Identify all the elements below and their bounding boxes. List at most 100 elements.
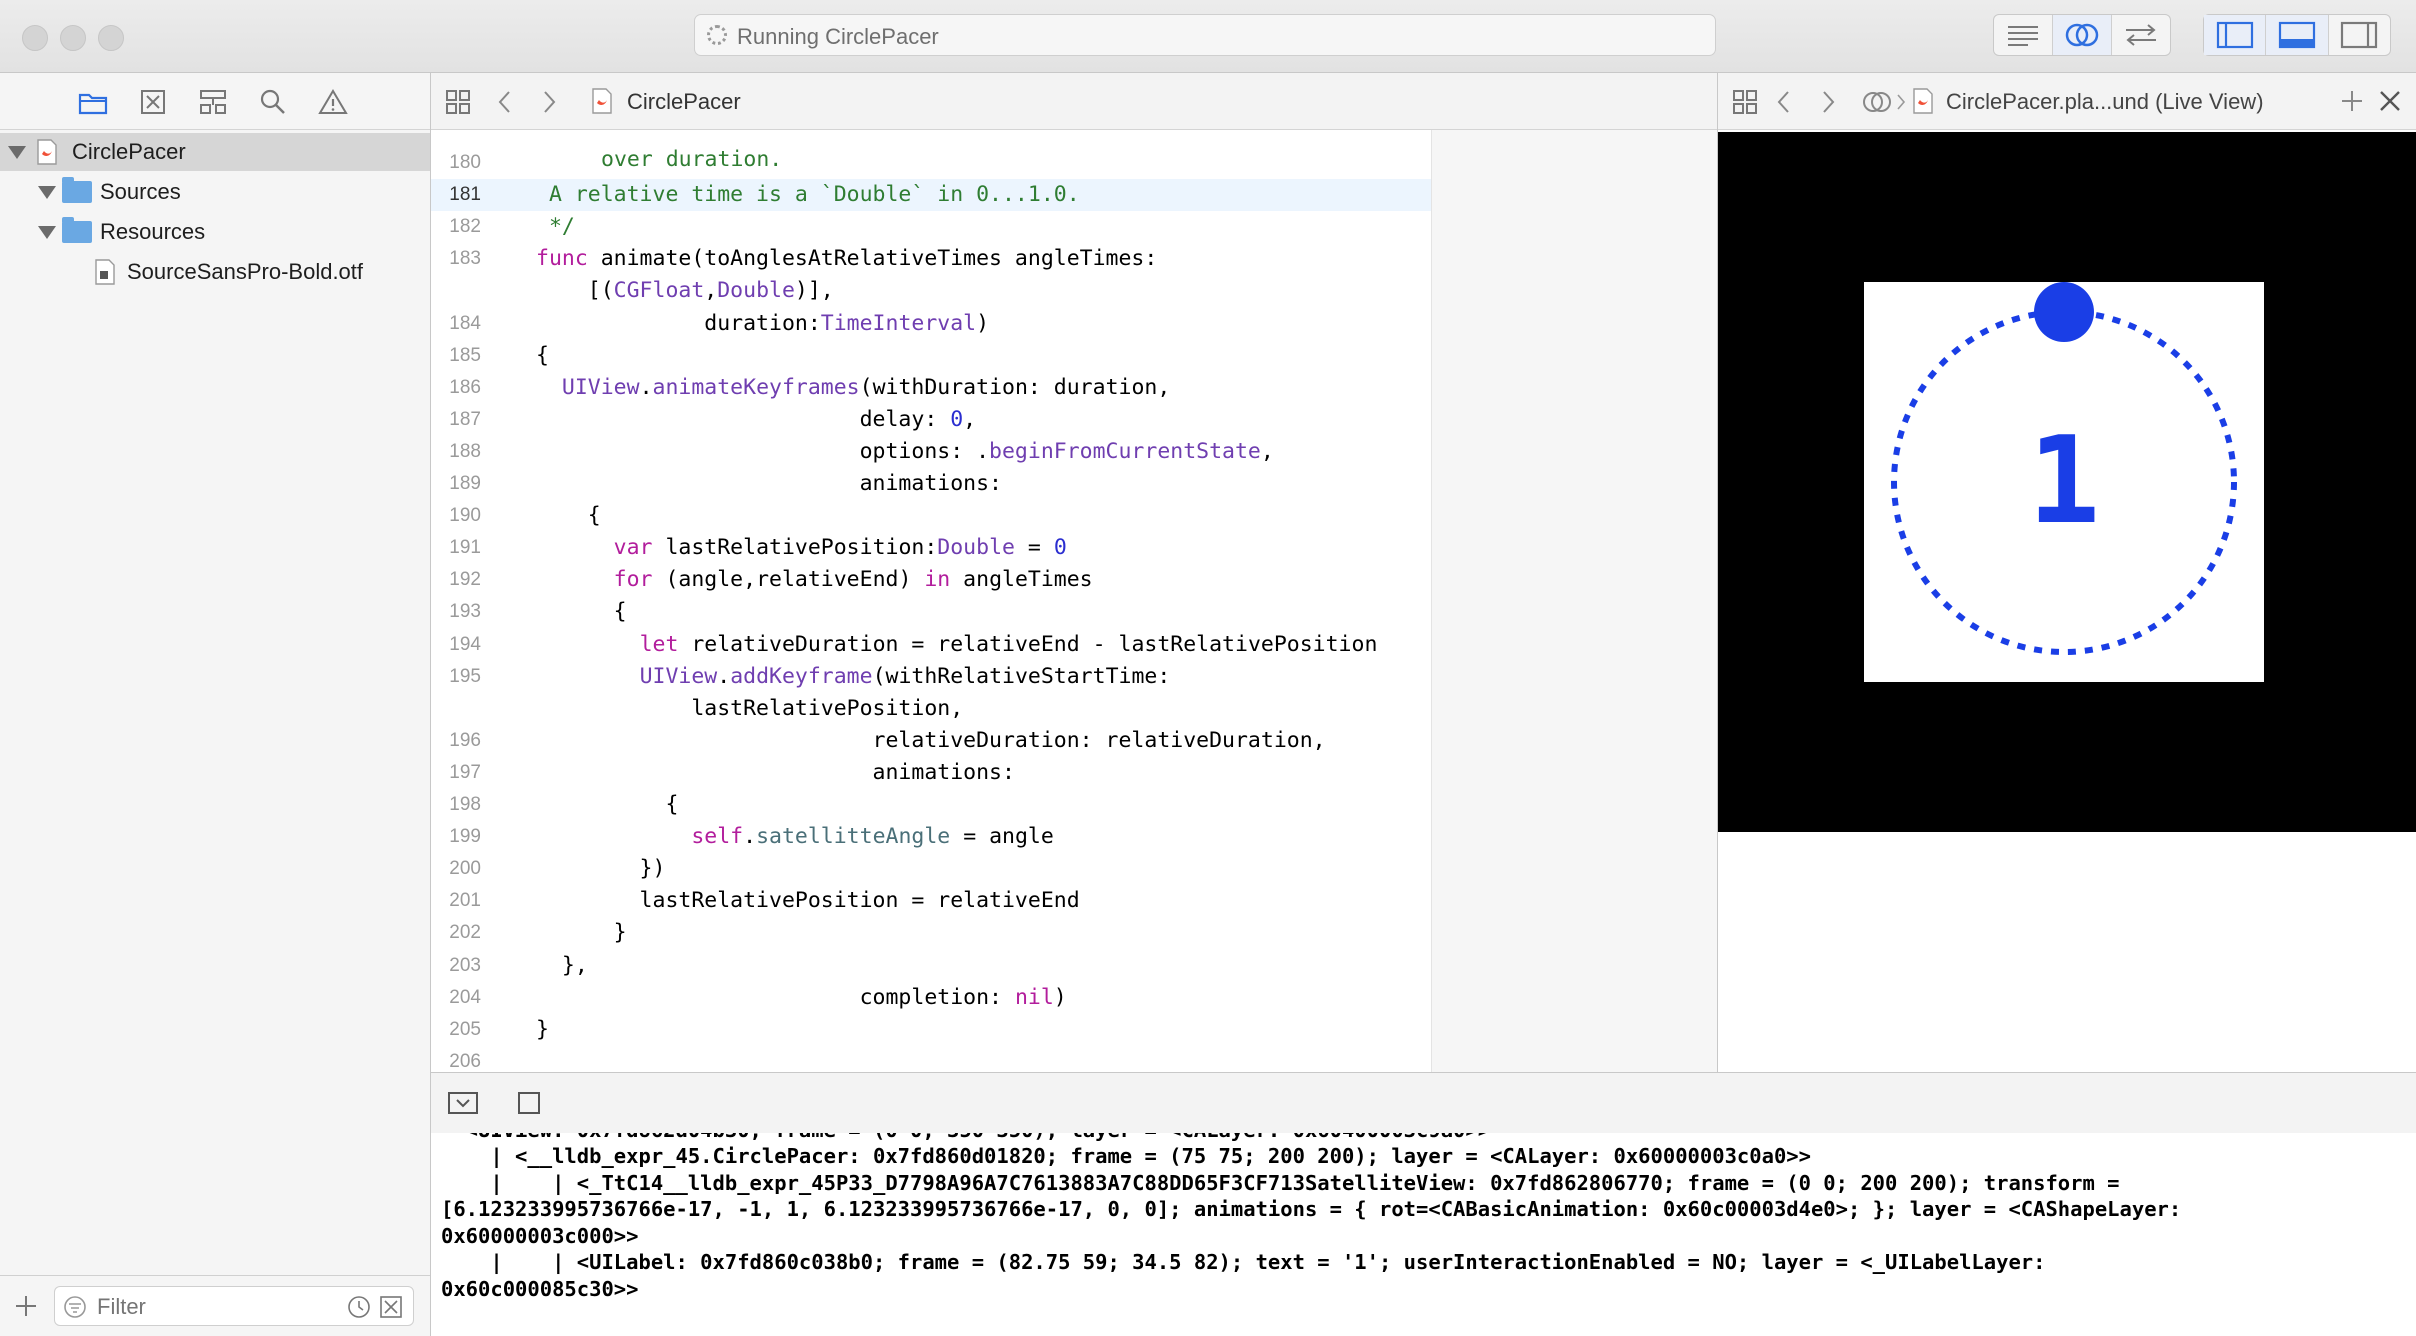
- code-line: 190 {: [431, 500, 1431, 532]
- line-number: 201: [449, 890, 481, 912]
- project-navigator-tab[interactable]: [76, 87, 110, 117]
- satellite-dot: [2034, 282, 2094, 342]
- playground-file-icon: [592, 88, 612, 114]
- console-line: 0x60000003c000>>: [441, 1223, 639, 1248]
- document-file-icon: [95, 259, 115, 285]
- minimize-window-button[interactable]: [60, 25, 86, 51]
- add-editor-icon[interactable]: [2340, 89, 2364, 113]
- line-number: 196: [449, 729, 481, 751]
- tree-item-font-file[interactable]: SourceSansPro-Bold.otf: [0, 253, 430, 291]
- code-text: func animate(toAnglesAtRelativeTimes ang…: [536, 246, 1158, 272]
- hierarchy-icon: [200, 90, 226, 114]
- code-text: {: [536, 503, 601, 529]
- line-number: 188: [449, 440, 481, 462]
- bottom-panel-icon: [2278, 21, 2316, 49]
- line-number: 199: [449, 826, 481, 848]
- code-line: 193 {: [431, 596, 1431, 628]
- code-line: 191 var lastRelativePosition:Double = 0: [431, 532, 1431, 564]
- line-number: 183: [449, 248, 481, 270]
- issue-navigator-tab[interactable]: [316, 87, 350, 117]
- standard-editor-button[interactable]: [1994, 15, 2053, 55]
- code-text: for (angle,relativeEnd) in angleTimes: [613, 567, 1093, 593]
- activity-status-text: Running CirclePacer: [737, 24, 939, 49]
- code-text: lastRelativePosition,: [536, 695, 964, 721]
- code-text: animations:: [536, 471, 1002, 496]
- code-line: 195 UIView.addKeyframe(withRelativeStart…: [431, 661, 1431, 693]
- editor-mode-control: [1993, 14, 2171, 56]
- line-number: 205: [449, 1018, 481, 1040]
- minimap[interactable]: [1431, 130, 1717, 1072]
- tree-item-sources[interactable]: Sources: [0, 173, 430, 211]
- tree-item-resources[interactable]: Resources: [0, 213, 430, 251]
- forward-chevron-icon[interactable]: [541, 89, 557, 115]
- source-control-filter-icon[interactable]: [379, 1295, 403, 1319]
- assistant-title[interactable]: CirclePacer.pla...und (Live View): [1946, 89, 2264, 115]
- code-text: lastRelativePosition = relativeEnd: [536, 888, 1080, 914]
- forward-chevron-icon[interactable]: [1820, 89, 1836, 115]
- filter-input[interactable]: [95, 1291, 339, 1323]
- disclosure-triangle-icon[interactable]: [38, 186, 56, 199]
- assistant-editor-button[interactable]: [2053, 15, 2112, 55]
- symbol-navigator-tab[interactable]: [196, 87, 230, 117]
- stop-icon[interactable]: [517, 1091, 541, 1115]
- code-line: 196 relativeDuration: relativeDuration,: [431, 725, 1431, 757]
- code-text: {: [536, 599, 627, 625]
- tree-item-label: CirclePacer: [72, 139, 186, 164]
- line-number: 194: [449, 633, 481, 655]
- recent-files-icon[interactable]: [347, 1295, 371, 1319]
- line-number: 203: [449, 954, 481, 976]
- zoom-window-button[interactable]: [98, 25, 124, 51]
- close-window-button[interactable]: [22, 25, 48, 51]
- code-line: 192 for (angle,relativeEnd) in angleTime…: [431, 564, 1431, 596]
- add-icon[interactable]: [14, 1294, 38, 1318]
- lines-icon: [2008, 26, 2038, 46]
- toggle-utilities-button[interactable]: [2329, 15, 2390, 55]
- version-editor-button[interactable]: [2112, 15, 2170, 55]
- source-control-navigator-tab[interactable]: [136, 87, 170, 117]
- related-items-grid-icon[interactable]: [1732, 89, 1758, 115]
- editor-jump-bar: CirclePacer: [431, 73, 1717, 130]
- code-text: A relative time is a `Double` in 0...1.0…: [536, 182, 1080, 208]
- line-number: 206: [449, 1050, 481, 1072]
- assistant-mode-icon[interactable]: [1862, 89, 1892, 115]
- line-number: 181: [449, 184, 481, 206]
- toggle-debug-area-button[interactable]: [2266, 15, 2329, 55]
- related-items-grid-icon[interactable]: [445, 89, 471, 115]
- line-number: 190: [449, 505, 481, 527]
- code-line: 198 {: [431, 789, 1431, 821]
- tree-item-circlepacer[interactable]: CirclePacer: [0, 133, 430, 171]
- code-line: 202 }: [431, 917, 1431, 949]
- line-number: 191: [449, 537, 481, 559]
- filter-field[interactable]: [54, 1286, 414, 1326]
- code-text: {: [536, 792, 679, 817]
- code-area[interactable]: over duration. 180 181 A relative time is…: [431, 130, 1717, 1072]
- hide-debug-area-icon[interactable]: [447, 1091, 479, 1115]
- folder-icon: [62, 177, 92, 203]
- code-line: 187 delay: 0,: [431, 404, 1431, 436]
- code-text: }: [536, 920, 627, 946]
- code-line: 183 func animate(toAnglesAtRelativeTimes …: [431, 243, 1431, 275]
- toggle-navigator-button[interactable]: [2204, 15, 2267, 55]
- back-chevron-icon[interactable]: [1776, 89, 1792, 115]
- playground-file-icon: [37, 139, 57, 165]
- live-view[interactable]: 1: [1718, 132, 2416, 832]
- code-text: var lastRelativePosition:Double = 0: [613, 535, 1067, 561]
- navigator-filter-bar: [0, 1275, 430, 1336]
- console-line-partial: <UIView: 0x7fd862d04b30; frame = (0 0; 3…: [441, 1133, 1490, 1143]
- console-line: | | <UILabel: 0x7fd860c038b0; frame = (8…: [441, 1250, 2046, 1274]
- code-line: 186 UIView.animateKeyframes(withDuration…: [431, 372, 1431, 404]
- line-number: 186: [449, 376, 481, 398]
- project-navigator: CirclePacer Sources Resources SourceSans…: [0, 73, 431, 1336]
- jump-bar-file-label[interactable]: CirclePacer: [627, 89, 741, 115]
- disclosure-triangle-icon[interactable]: [38, 226, 56, 239]
- playground-file-icon: [1913, 88, 1933, 114]
- find-navigator-tab[interactable]: [256, 87, 290, 117]
- back-chevron-icon[interactable]: [497, 89, 513, 115]
- disclosure-triangle-icon[interactable]: [8, 146, 26, 159]
- activity-viewer: Running CirclePacer: [694, 14, 1716, 56]
- code-text: let relativeDuration = relativeEnd - las…: [639, 631, 1378, 657]
- debug-console[interactable]: <UIView: 0x7fd862d04b30; frame = (0 0; 3…: [431, 1133, 2416, 1336]
- code-line: 204 completion: nil): [431, 982, 1431, 1014]
- code-line: 184 duration:TimeInterval): [431, 308, 1431, 340]
- close-icon[interactable]: [2378, 89, 2402, 113]
